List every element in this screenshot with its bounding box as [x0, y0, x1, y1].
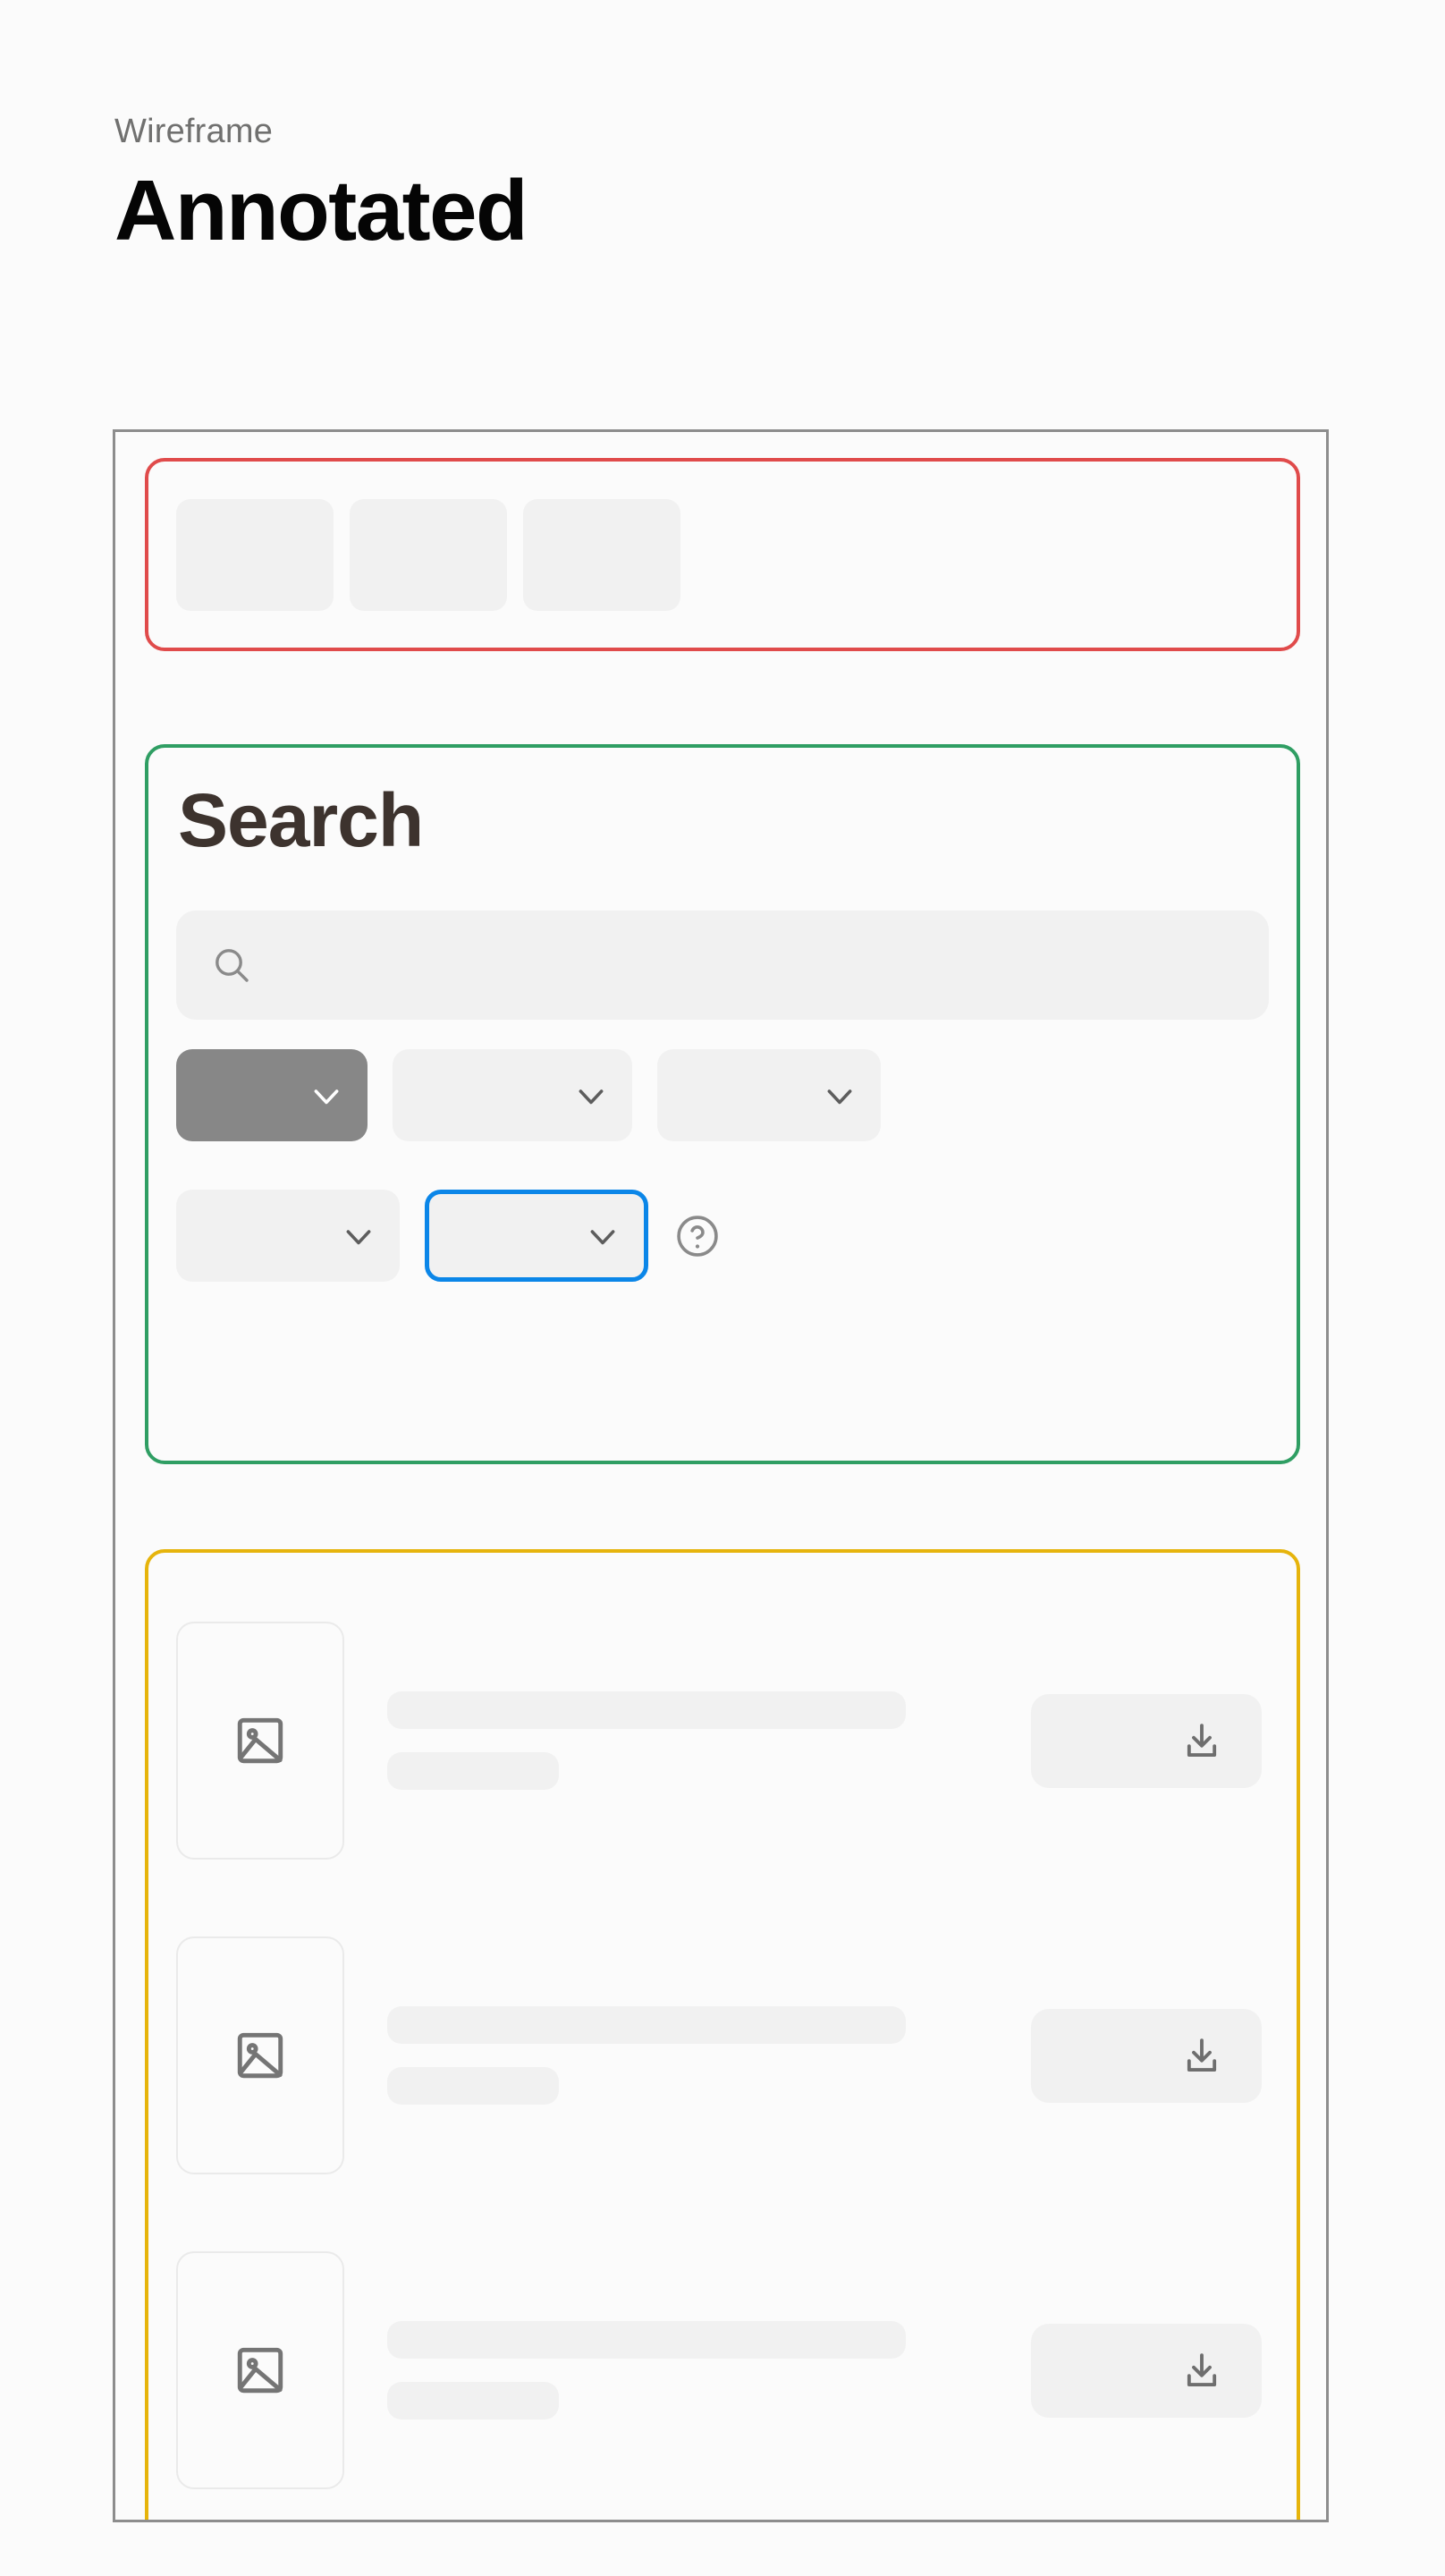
result-subtitle-placeholder: [387, 2382, 559, 2419]
navigation-bar: [176, 499, 680, 611]
result-thumbnail: [176, 1622, 344, 1860]
page-eyebrow: Wireframe: [114, 113, 274, 150]
download-icon: [1187, 1724, 1217, 1758]
result-subtitle-placeholder: [387, 1752, 559, 1790]
chevron-down-icon: [590, 1229, 615, 1244]
image-placeholder-icon: [237, 2347, 283, 2394]
nav-item-3[interactable]: [523, 499, 680, 611]
download-button[interactable]: [1031, 2008, 1262, 2103]
wireframe-device-frame: Search: [113, 429, 1329, 2522]
page-header: Wireframe Annotated: [114, 114, 1187, 254]
table-row[interactable]: [176, 1898, 1269, 2213]
result-title-placeholder: [387, 1691, 906, 1729]
filter-category-dropdown[interactable]: [176, 1049, 368, 1141]
search-section-title: Search: [178, 778, 424, 862]
image-placeholder-icon: [237, 2032, 283, 2079]
table-row[interactable]: [176, 1583, 1269, 1898]
page-title: Annotated: [114, 163, 528, 258]
result-text-block: [387, 2006, 1031, 2105]
result-text-block: [387, 1691, 1031, 1790]
filter-size-dropdown[interactable]: [657, 1049, 881, 1141]
result-thumbnail: [176, 2251, 344, 2489]
filter-date-dropdown[interactable]: [176, 1190, 400, 1282]
result-title-placeholder: [387, 2006, 906, 2044]
image-placeholder-icon: [237, 1717, 283, 1764]
result-title-placeholder: [387, 2321, 906, 2359]
download-button[interactable]: [1031, 2323, 1262, 2418]
result-text-block: [387, 2321, 1031, 2419]
download-icon: [1187, 2353, 1217, 2387]
download-icon: [1187, 2038, 1217, 2072]
results-list: [176, 1583, 1269, 2520]
chevron-down-icon: [579, 1089, 604, 1104]
search-input[interactable]: [176, 911, 1269, 1020]
nav-item-2[interactable]: [350, 499, 507, 611]
nav-item-1[interactable]: [176, 499, 334, 611]
chevron-down-icon: [346, 1229, 371, 1244]
result-subtitle-placeholder: [387, 2067, 559, 2105]
help-circle-icon[interactable]: [673, 1212, 722, 1260]
wireframe-canvas: Search: [115, 432, 1326, 2520]
filter-row-primary: [176, 1049, 881, 1141]
search-icon: [215, 949, 249, 982]
filter-sort-dropdown[interactable]: [425, 1190, 648, 1282]
filter-row-secondary: [176, 1190, 722, 1282]
table-row[interactable]: [176, 2213, 1269, 2520]
download-button[interactable]: [1031, 1693, 1262, 1788]
filter-type-dropdown[interactable]: [393, 1049, 632, 1141]
result-thumbnail: [176, 1936, 344, 2174]
chevron-down-icon: [314, 1089, 339, 1104]
chevron-down-icon: [827, 1089, 852, 1104]
